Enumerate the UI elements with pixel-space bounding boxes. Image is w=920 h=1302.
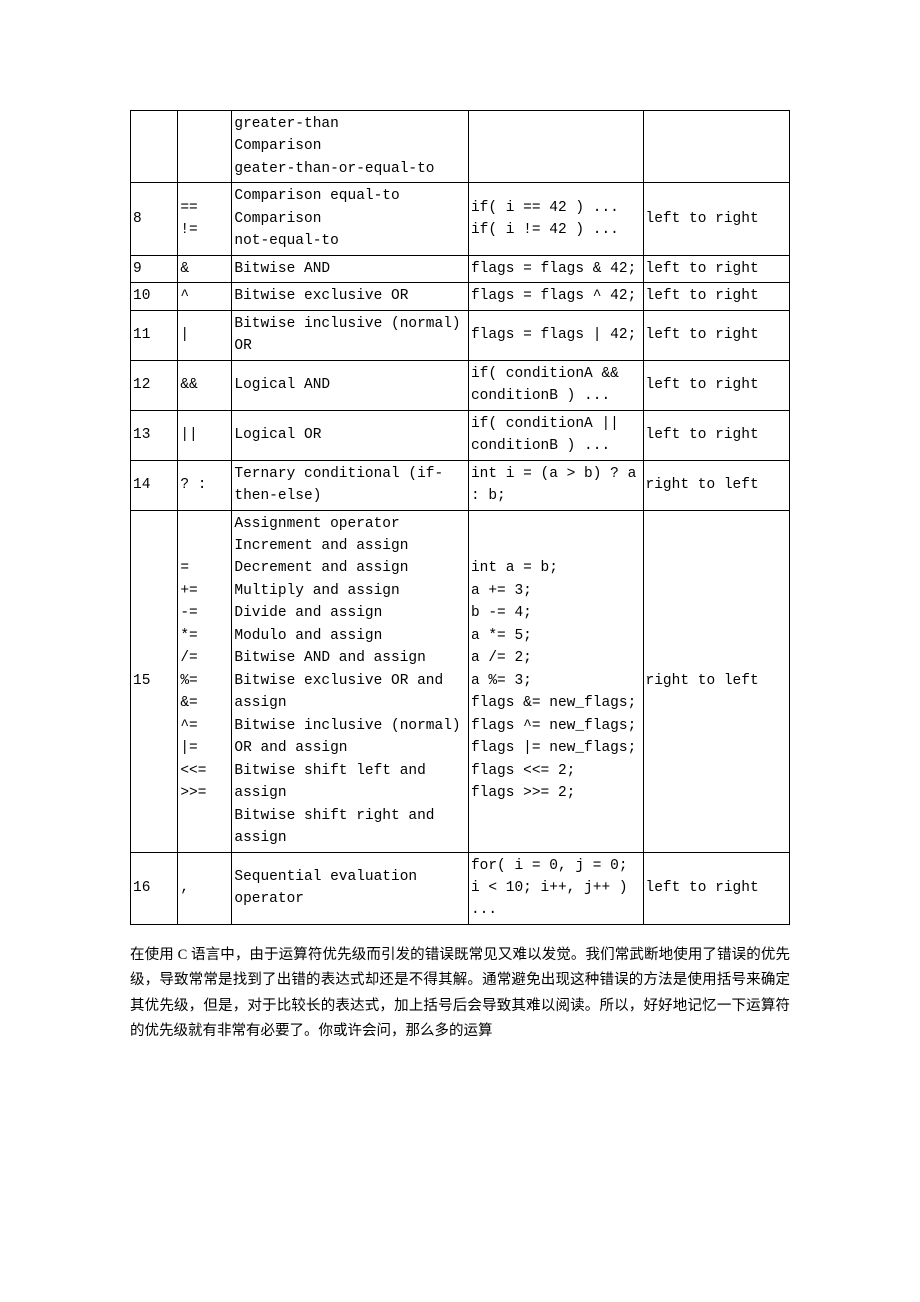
example-cell: if( conditionA || conditionB ) ... [468, 410, 643, 460]
precedence-cell: 15 [131, 510, 178, 852]
associativity-cell: left to right [643, 852, 789, 924]
operator-cell: == != [178, 183, 232, 255]
operator-cell: || [178, 410, 232, 460]
example-cell [468, 111, 643, 183]
associativity-cell: left to right [643, 283, 789, 310]
example-cell: int a = b; a += 3; b -= 4; a *= 5; a /= … [468, 510, 643, 852]
associativity-cell: left to right [643, 410, 789, 460]
table-row: 13||Logical ORif( conditionA || conditio… [131, 410, 790, 460]
table-row: 8== !=Comparison equal-to Comparison not… [131, 183, 790, 255]
precedence-cell: 16 [131, 852, 178, 924]
operator-cell: ^ [178, 283, 232, 310]
associativity-cell: right to left [643, 510, 789, 852]
body-paragraph: 在使用 C 语言中，由于运算符优先级而引发的错误既常见又难以发觉。我们常武断地使… [130, 943, 790, 1045]
example-cell: for( i = 0, j = 0; i < 10; i++, j++ ) ..… [468, 852, 643, 924]
description-cell: Assignment operator Increment and assign… [232, 510, 469, 852]
example-cell: int i = (a > b) ? a : b; [468, 460, 643, 510]
table-row: 11|Bitwise inclusive (normal) ORflags = … [131, 310, 790, 360]
table-row: 15= += -= *= /= %= &= ^= |= <<= >>=Assig… [131, 510, 790, 852]
operator-cell: , [178, 852, 232, 924]
operator-cell: | [178, 310, 232, 360]
description-cell: Ternary conditional (if-then-else) [232, 460, 469, 510]
precedence-cell: 8 [131, 183, 178, 255]
precedence-cell: 12 [131, 360, 178, 410]
table-row: 14? :Ternary conditional (if-then-else)i… [131, 460, 790, 510]
example-cell: if( i == 42 ) ... if( i != 42 ) ... [468, 183, 643, 255]
precedence-cell: 9 [131, 255, 178, 282]
operator-cell: ? : [178, 460, 232, 510]
description-cell: Sequential evaluation operator [232, 852, 469, 924]
precedence-cell: 13 [131, 410, 178, 460]
associativity-cell [643, 111, 789, 183]
precedence-cell: 10 [131, 283, 178, 310]
operator-cell: && [178, 360, 232, 410]
description-cell: Bitwise AND [232, 255, 469, 282]
precedence-cell: 14 [131, 460, 178, 510]
operator-precedence-table: greater-than Comparison geater-than-or-e… [130, 110, 790, 925]
description-cell: Logical OR [232, 410, 469, 460]
associativity-cell: left to right [643, 183, 789, 255]
table-row: 12&&Logical ANDif( conditionA && conditi… [131, 360, 790, 410]
example-cell: flags = flags & 42; [468, 255, 643, 282]
example-cell: flags = flags | 42; [468, 310, 643, 360]
operator-cell [178, 111, 232, 183]
precedence-cell [131, 111, 178, 183]
operator-cell: & [178, 255, 232, 282]
description-cell: Bitwise inclusive (normal) OR [232, 310, 469, 360]
description-cell: Logical AND [232, 360, 469, 410]
table-row: greater-than Comparison geater-than-or-e… [131, 111, 790, 183]
table-row: 9&Bitwise ANDflags = flags & 42;left to … [131, 255, 790, 282]
precedence-cell: 11 [131, 310, 178, 360]
operator-cell: = += -= *= /= %= &= ^= |= <<= >>= [178, 510, 232, 852]
associativity-cell: left to right [643, 360, 789, 410]
description-cell: greater-than Comparison geater-than-or-e… [232, 111, 469, 183]
associativity-cell: right to left [643, 460, 789, 510]
table-row: 16,Sequential evaluation operatorfor( i … [131, 852, 790, 924]
associativity-cell: left to right [643, 255, 789, 282]
table-row: 10^Bitwise exclusive ORflags = flags ^ 4… [131, 283, 790, 310]
example-cell: if( conditionA && conditionB ) ... [468, 360, 643, 410]
description-cell: Comparison equal-to Comparison not-equal… [232, 183, 469, 255]
associativity-cell: left to right [643, 310, 789, 360]
description-cell: Bitwise exclusive OR [232, 283, 469, 310]
example-cell: flags = flags ^ 42; [468, 283, 643, 310]
